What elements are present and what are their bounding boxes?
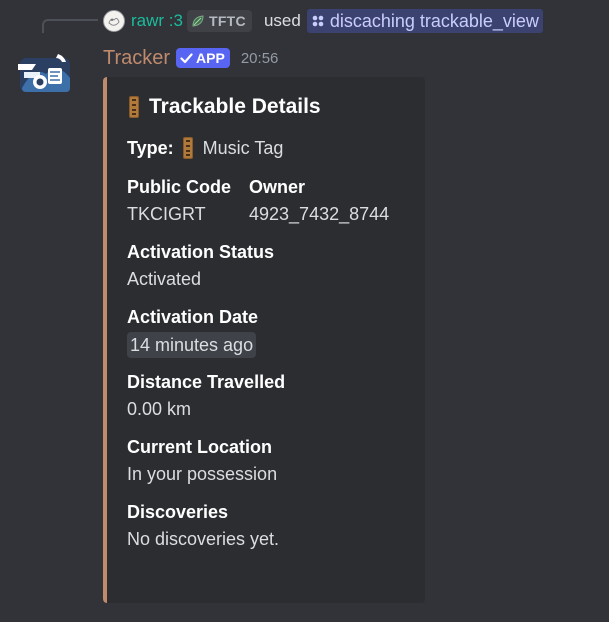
field-value-wrapper: 14 minutes ago <box>127 332 409 358</box>
app-badge: APP <box>176 48 230 68</box>
reply-username[interactable]: rawr :3 <box>131 11 183 31</box>
command-mention[interactable]: discaching trackable_view <box>306 9 543 33</box>
field-value: 0.00 km <box>127 399 192 419</box>
field-activation-status: Activation Status Activated <box>127 240 409 291</box>
field-name: Discoveries <box>127 502 229 522</box>
verified-check-icon <box>180 52 193 63</box>
app-badge-label: APP <box>196 50 225 66</box>
embed-title: Trackable Details <box>127 95 409 119</box>
inline-fields-row: Public Code TKCIGRT Owner 4923_7432_8744 <box>127 175 409 240</box>
trackable-tag-icon <box>129 96 139 118</box>
field-value: Activated <box>127 269 202 289</box>
slash-command-icon <box>312 15 324 27</box>
type-value: Music Tag <box>202 137 284 158</box>
field-public-code: Public Code TKCIGRT <box>127 175 249 226</box>
music-tag-icon <box>182 137 193 159</box>
field-name: Current Location <box>127 437 273 457</box>
field-name: Activation Status <box>127 242 275 262</box>
relative-timestamp[interactable]: 14 minutes ago <box>127 332 257 358</box>
type-label: Type: <box>127 137 174 158</box>
field-value: In your possession <box>127 464 278 484</box>
field-value: No discoveries yet. <box>127 529 280 549</box>
message-timestamp[interactable]: 20:56 <box>241 50 279 67</box>
field-name: Owner <box>249 177 306 197</box>
author-name[interactable]: Tracker <box>103 47 170 70</box>
reply-context[interactable]: rawr :3 TFTC used discaching trackable_v… <box>103 8 543 34</box>
command-name: discaching trackable_view <box>329 10 539 31</box>
field-name: Distance Travelled <box>127 372 286 392</box>
message-header: Tracker APP 20:56 <box>103 44 278 72</box>
field-value: 4923_7432_8744 <box>249 204 390 224</box>
field-distance: Distance Travelled 0.00 km <box>127 370 409 421</box>
field-activation-date: Activation Date 14 minutes ago <box>127 305 409 358</box>
reply-avatar-image <box>106 13 122 29</box>
field-owner: Owner 4923_7432_8744 <box>249 175 409 226</box>
field-name: Public Code <box>127 177 232 197</box>
clan-tag-label: TFTC <box>208 13 246 29</box>
bot-avatar-image <box>18 54 70 92</box>
reply-avatar[interactable] <box>103 10 125 32</box>
clan-tag[interactable]: TFTC <box>186 10 252 32</box>
embed-title-text: Trackable Details <box>149 95 321 118</box>
field-name: Activation Date <box>127 307 259 327</box>
type-line: Type: Music Tag <box>127 136 409 160</box>
leaf-icon <box>192 15 204 27</box>
field-location: Current Location In your possession <box>127 435 409 486</box>
trackable-embed: Trackable Details Type: Music Tag Public… <box>103 77 425 603</box>
bot-avatar[interactable] <box>14 48 74 96</box>
reply-spine <box>42 19 98 33</box>
reply-used-text: used <box>263 11 301 30</box>
field-discoveries: Discoveries No discoveries yet. <box>127 500 409 551</box>
field-value: TKCIGRT <box>127 204 206 224</box>
